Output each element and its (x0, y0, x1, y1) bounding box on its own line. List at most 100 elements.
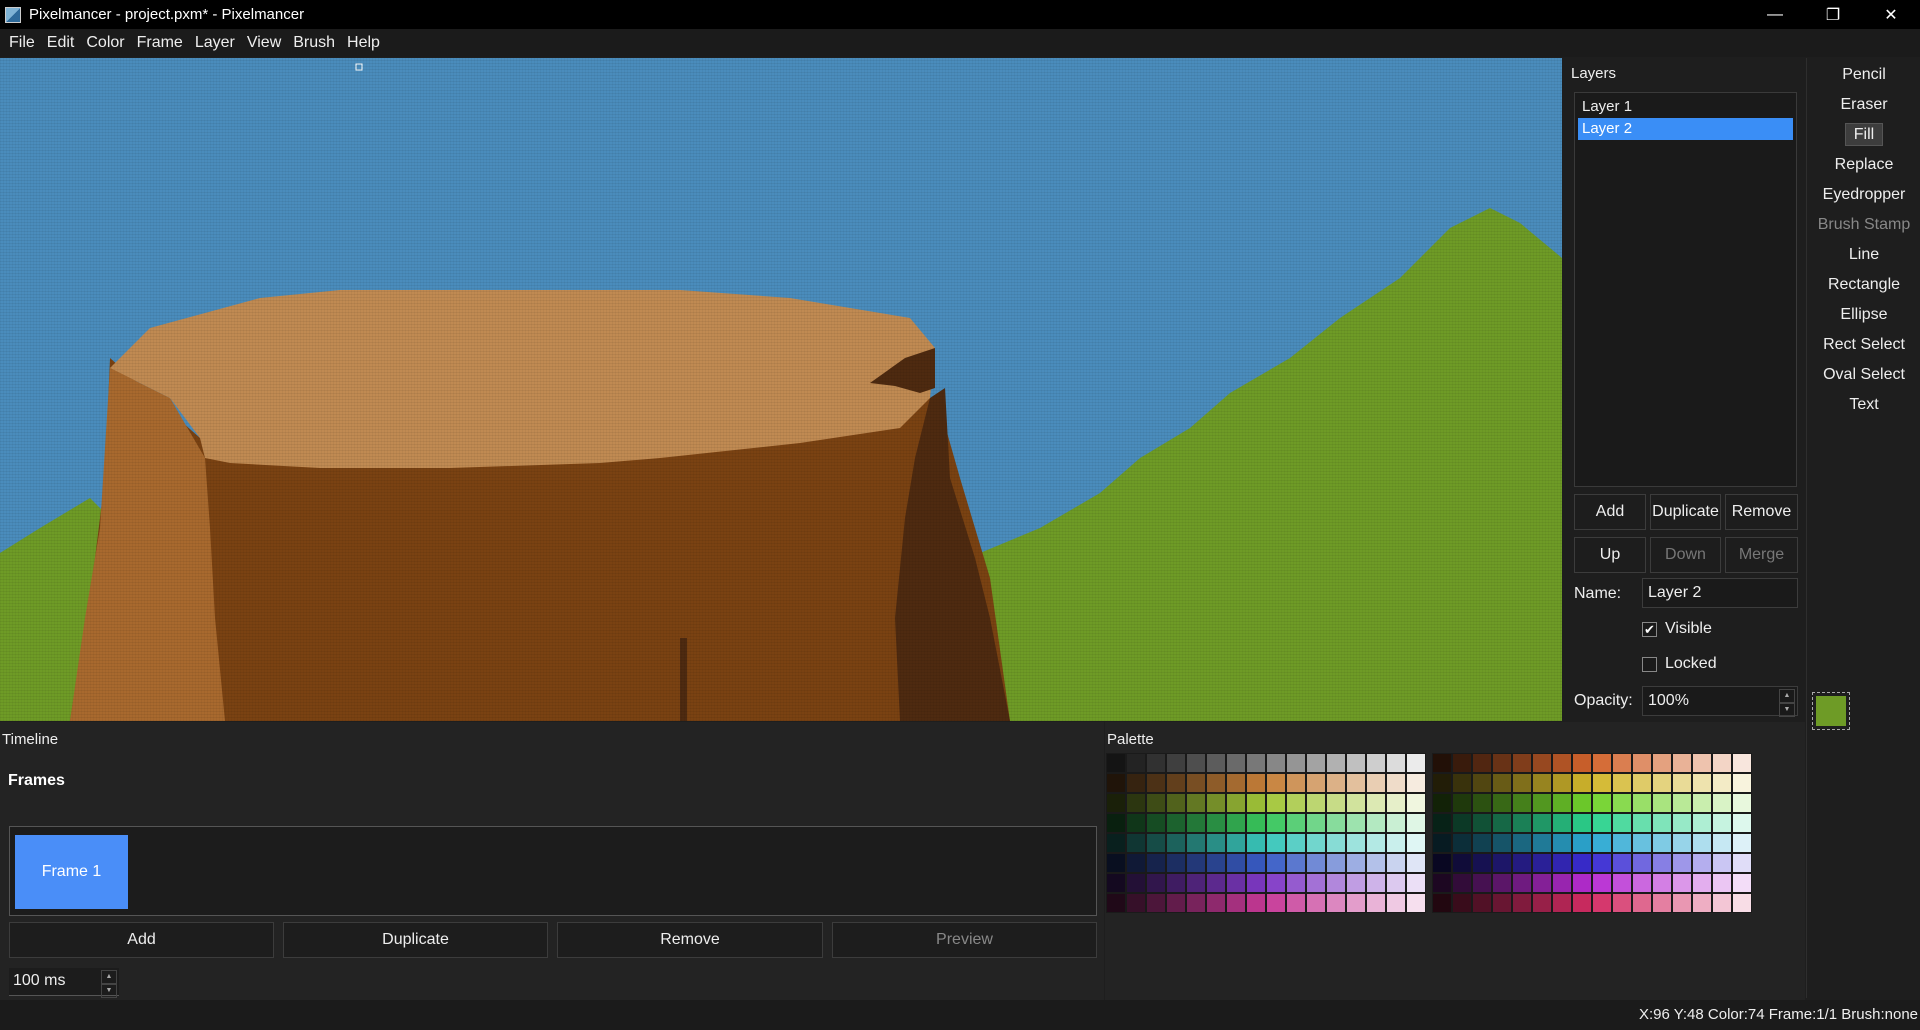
palette-swatch[interactable] (1106, 753, 1126, 773)
palette-swatch[interactable] (1672, 753, 1692, 773)
palette-swatch[interactable] (1206, 813, 1226, 833)
palette-swatch[interactable] (1106, 793, 1126, 813)
locked-checkbox-row[interactable]: Locked (1642, 655, 1717, 673)
palette-swatch[interactable] (1386, 873, 1406, 893)
tool-eraser[interactable]: Eraser (1807, 92, 1920, 118)
palette-swatch[interactable] (1386, 773, 1406, 793)
palette-swatch[interactable] (1692, 773, 1712, 793)
palette-swatch[interactable] (1186, 873, 1206, 893)
palette-swatch[interactable] (1692, 873, 1712, 893)
palette-swatch[interactable] (1246, 753, 1266, 773)
palette-swatch[interactable] (1452, 873, 1472, 893)
palette-swatch[interactable] (1552, 813, 1572, 833)
menu-layer[interactable]: Layer (189, 29, 241, 57)
palette-swatch[interactable] (1732, 793, 1752, 813)
palette-swatch[interactable] (1126, 853, 1146, 873)
palette-swatch[interactable] (1492, 873, 1512, 893)
palette-swatch[interactable] (1406, 873, 1426, 893)
palette-swatch[interactable] (1126, 793, 1146, 813)
palette-swatch[interactable] (1346, 793, 1366, 813)
palette-swatch[interactable] (1432, 833, 1452, 853)
palette-swatch[interactable] (1106, 873, 1126, 893)
palette-swatch[interactable] (1472, 873, 1492, 893)
tool-eyedropper[interactable]: Eyedropper (1807, 182, 1920, 208)
palette-swatch[interactable] (1166, 813, 1186, 833)
palette-swatch[interactable] (1612, 753, 1632, 773)
palette-swatch[interactable] (1532, 893, 1552, 913)
layer-remove-button[interactable]: Remove (1725, 494, 1798, 530)
palette-swatch[interactable] (1732, 773, 1752, 793)
palette-swatch[interactable] (1326, 813, 1346, 833)
palette-swatch[interactable] (1472, 813, 1492, 833)
tool-text[interactable]: Text (1807, 392, 1920, 418)
palette-swatch[interactable] (1672, 773, 1692, 793)
palette-swatch[interactable] (1512, 793, 1532, 813)
palette-swatch[interactable] (1186, 833, 1206, 853)
palette-swatch[interactable] (1146, 833, 1166, 853)
palette-swatch[interactable] (1692, 893, 1712, 913)
palette-swatch[interactable] (1452, 773, 1472, 793)
layer-item-layer-1[interactable]: Layer 1 (1578, 96, 1793, 118)
palette-swatch[interactable] (1326, 833, 1346, 853)
palette-swatch[interactable] (1206, 833, 1226, 853)
palette-swatch[interactable] (1306, 753, 1326, 773)
palette-swatch[interactable] (1126, 753, 1146, 773)
locked-checkbox[interactable] (1642, 656, 1657, 672)
palette-swatch[interactable] (1672, 853, 1692, 873)
palette-swatch[interactable] (1406, 813, 1426, 833)
palette-swatch[interactable] (1266, 853, 1286, 873)
palette-swatch[interactable] (1166, 773, 1186, 793)
palette-swatch[interactable] (1492, 893, 1512, 913)
palette-swatch[interactable] (1472, 853, 1492, 873)
palette-swatch[interactable] (1266, 813, 1286, 833)
palette-swatch[interactable] (1146, 853, 1166, 873)
palette-swatch[interactable] (1652, 813, 1672, 833)
menu-brush[interactable]: Brush (287, 29, 341, 57)
palette-swatch[interactable] (1366, 813, 1386, 833)
palette-swatch[interactable] (1432, 853, 1452, 873)
palette-swatch[interactable] (1306, 853, 1326, 873)
layer-add-button[interactable]: Add (1574, 494, 1646, 530)
palette-swatch[interactable] (1732, 893, 1752, 913)
palette-swatch[interactable] (1246, 873, 1266, 893)
palette-swatch[interactable] (1692, 813, 1712, 833)
palette-swatch[interactable] (1712, 873, 1732, 893)
palette-swatch[interactable] (1652, 853, 1672, 873)
palette-swatch[interactable] (1432, 893, 1452, 913)
palette-swatch[interactable] (1326, 893, 1346, 913)
layers-list[interactable]: Layer 1 Layer 2 (1574, 92, 1797, 487)
palette-swatch[interactable] (1592, 833, 1612, 853)
palette-swatch[interactable] (1632, 813, 1652, 833)
palette-swatch[interactable] (1386, 753, 1406, 773)
palette-swatch[interactable] (1106, 893, 1126, 913)
palette-swatch[interactable] (1512, 833, 1532, 853)
palette-swatch[interactable] (1652, 873, 1672, 893)
tool-pencil[interactable]: Pencil (1807, 62, 1920, 88)
palette-swatch[interactable] (1632, 753, 1652, 773)
palette-swatch[interactable] (1632, 853, 1652, 873)
opacity-input[interactable]: 100% ▲ ▼ (1642, 686, 1798, 717)
palette-swatch[interactable] (1532, 773, 1552, 793)
palette-swatch[interactable] (1146, 893, 1166, 913)
tool-ellipse[interactable]: Ellipse (1807, 302, 1920, 328)
palette-swatch[interactable] (1552, 793, 1572, 813)
palette-swatch[interactable] (1712, 773, 1732, 793)
palette-swatch[interactable] (1326, 853, 1346, 873)
duration-spinner[interactable]: ▲ ▼ (101, 970, 117, 998)
palette-swatch[interactable] (1226, 853, 1246, 873)
palette-swatch[interactable] (1146, 873, 1166, 893)
palette-swatch[interactable] (1552, 873, 1572, 893)
palette-swatch[interactable] (1512, 773, 1532, 793)
palette-swatch[interactable] (1306, 833, 1326, 853)
palette-swatch[interactable] (1732, 813, 1752, 833)
palette-swatch[interactable] (1672, 873, 1692, 893)
palette-swatch[interactable] (1306, 893, 1326, 913)
palette-swatch[interactable] (1732, 873, 1752, 893)
palette-swatch[interactable] (1106, 853, 1126, 873)
palette-swatch[interactable] (1286, 853, 1306, 873)
visible-checkbox[interactable]: ✔ (1642, 621, 1657, 637)
palette-swatch[interactable] (1226, 773, 1246, 793)
palette-swatch[interactable] (1592, 753, 1612, 773)
palette-swatch[interactable] (1106, 833, 1126, 853)
palette-swatch[interactable] (1166, 753, 1186, 773)
